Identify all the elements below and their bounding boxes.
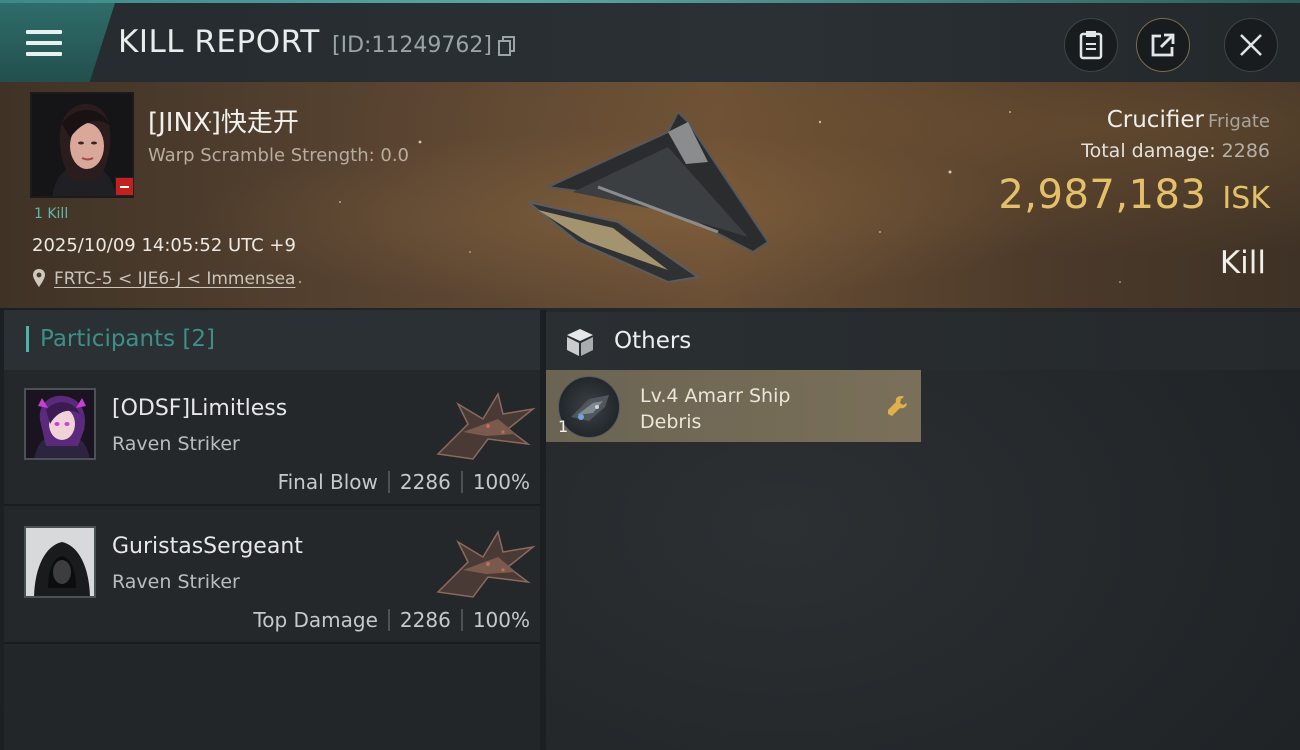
share-icon — [1151, 33, 1175, 57]
top-bar: KILL REPORT [ID:11249762] — [0, 0, 1300, 82]
participant-avatar[interactable] — [24, 526, 96, 598]
participant-stats: Final Blow 2286 100% — [278, 470, 530, 494]
share-button[interactable] — [1136, 18, 1190, 72]
top-accent-line — [0, 0, 1300, 3]
corp-badge-icon — [115, 177, 134, 196]
participant-portrait-image — [26, 528, 94, 596]
participant-ship-image — [436, 392, 536, 460]
participant-ship: Raven Striker — [112, 433, 240, 455]
cargo-box-icon — [567, 329, 593, 356]
item-card[interactable]: 1 Lv.4 Amarr Ship Debris — [546, 370, 921, 442]
kill-location-link[interactable]: FRTC-5 < IJE6-J < Immensea — [54, 269, 295, 289]
isk-unit: ISK — [1222, 181, 1270, 216]
total-damage-label: Total damage: — [1081, 140, 1216, 162]
total-damage-value: 2286 — [1221, 140, 1270, 162]
participant-percent: 100% — [472, 608, 530, 632]
menu-button[interactable] — [0, 3, 115, 82]
participant-damage: 2286 — [399, 608, 451, 632]
copy-icon[interactable] — [498, 36, 516, 56]
participants-panel: Participants [2] [ODSF]Limitless Raven S… — [4, 310, 540, 750]
close-button[interactable] — [1224, 18, 1278, 72]
participant-role: Top Damage — [253, 608, 378, 632]
participant-row[interactable]: GuristasSergeant Raven Striker Top Damag… — [4, 510, 540, 644]
participant-row[interactable]: [ODSF]Limitless Raven Striker Final Blow… — [4, 372, 540, 506]
item-quantity: 1 — [558, 417, 569, 436]
participant-stats: Top Damage 2286 100% — [253, 608, 530, 632]
victim-ship-line: Crucifier Frigate — [1107, 107, 1270, 133]
others-header: Others — [546, 312, 1300, 370]
menu-icon — [26, 30, 62, 58]
report-button[interactable] — [1064, 18, 1118, 72]
participants-title[interactable]: Participants [2] — [40, 326, 215, 352]
participant-role: Final Blow — [277, 470, 378, 494]
victim-ship-class: Frigate — [1207, 111, 1270, 132]
victim-name[interactable]: [JINX]快走开 — [148, 102, 299, 139]
participant-portrait-image — [26, 390, 94, 458]
participant-percent: 100% — [472, 470, 530, 494]
wrench-icon — [888, 396, 907, 416]
participant-name[interactable]: GuristasSergeant — [112, 534, 303, 559]
victim-ship-name[interactable]: Crucifier — [1107, 107, 1204, 133]
item-name: Lv.4 Amarr Ship Debris — [640, 385, 791, 433]
kill-datetime: 2025/10/09 14:05:52 UTC +9 — [32, 235, 296, 256]
participants-header: Participants [2] — [4, 310, 540, 370]
isk-value-line: 2,987,183 ISK — [998, 172, 1270, 218]
participants-header-bar — [26, 326, 29, 352]
victim-banner: [JINX]快走开 Warp Scramble Strength: 0.0 1 … — [0, 82, 1300, 308]
warp-scramble-strength: Warp Scramble Strength: 0.0 — [148, 145, 410, 166]
participant-name[interactable]: [ODSF]Limitless — [112, 396, 287, 421]
participant-ship: Raven Striker — [112, 571, 240, 593]
participant-damage: 2286 — [399, 470, 451, 494]
report-id: [ID:11249762] — [332, 33, 492, 58]
participant-avatar[interactable] — [24, 388, 96, 460]
close-icon — [1240, 34, 1262, 56]
clipboard-icon — [1079, 31, 1103, 60]
isk-value: 2,987,183 — [998, 172, 1207, 218]
participant-ship-image — [436, 530, 536, 598]
page-title: KILL REPORT — [118, 24, 320, 60]
kill-count: 1 Kill — [34, 206, 69, 222]
victim-ship-image — [527, 110, 770, 284]
location-pin-icon — [33, 269, 45, 287]
participants-empty-area — [4, 648, 540, 750]
kill-result: Kill — [1219, 245, 1266, 281]
total-damage-line: Total damage: 2286 — [1081, 140, 1270, 162]
others-title: Others — [614, 328, 692, 354]
